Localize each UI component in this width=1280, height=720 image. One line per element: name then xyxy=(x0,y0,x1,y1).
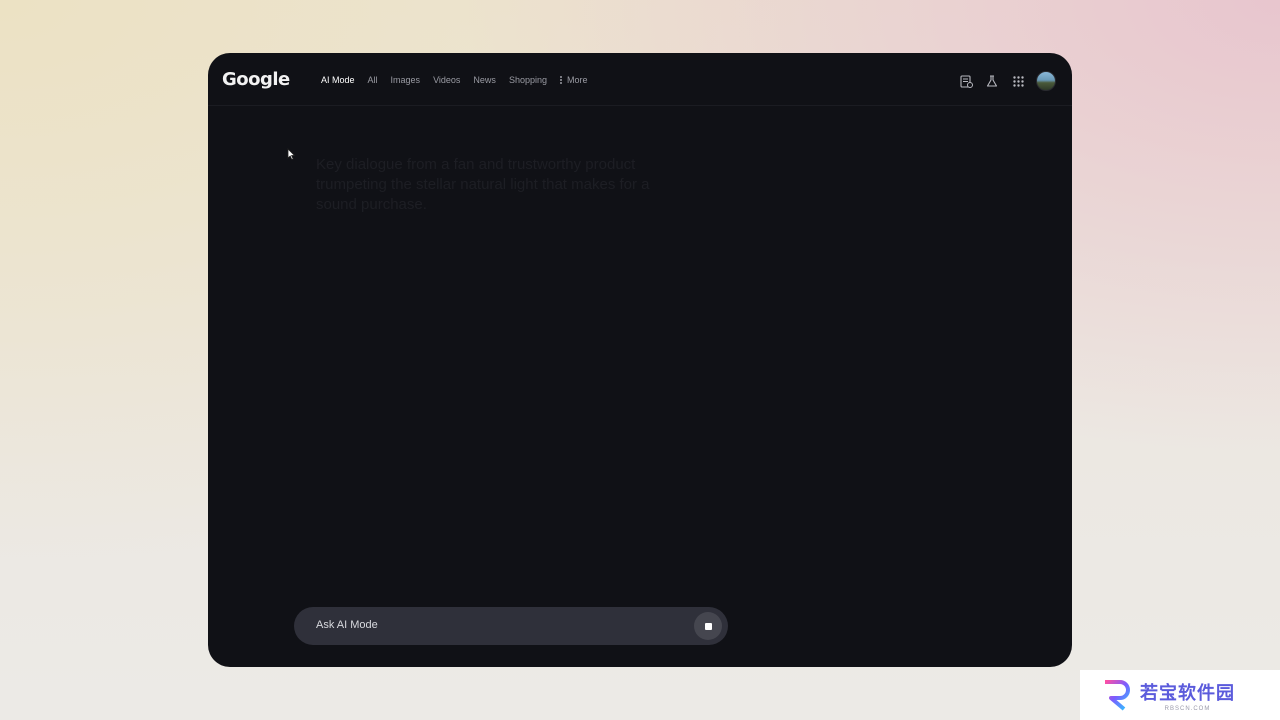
history-icon[interactable] xyxy=(958,73,974,89)
google-logo[interactable]: Google xyxy=(222,69,290,90)
header-actions xyxy=(948,71,1056,91)
watermark-subtitle: RBSCN.COM xyxy=(1164,705,1211,712)
search-tabs: AI Mode All Images Videos News Shopping … xyxy=(321,75,601,85)
top-bar: Google AI Mode All Images Videos News Sh… xyxy=(208,53,1072,106)
tab-ai-mode[interactable]: AI Mode xyxy=(321,75,355,85)
tab-shopping[interactable]: Shopping xyxy=(509,75,547,85)
more-menu[interactable]: More xyxy=(559,75,588,85)
more-label: More xyxy=(566,75,588,85)
input-placeholder: Ask AI Mode xyxy=(316,619,378,631)
more-vertical-icon xyxy=(559,75,562,85)
profile-avatar[interactable] xyxy=(1036,71,1056,91)
tab-videos[interactable]: Videos xyxy=(433,75,460,85)
response-text: Key dialogue from a fan and trustworthy … xyxy=(316,156,650,213)
tab-all[interactable]: All xyxy=(368,75,378,85)
watermark-logo-icon xyxy=(1103,680,1130,711)
apps-grid-icon[interactable] xyxy=(1010,73,1026,89)
tab-images[interactable]: Images xyxy=(391,75,421,85)
stop-icon xyxy=(704,622,712,630)
watermark-title: 若宝软件园 xyxy=(1140,682,1235,704)
tab-news[interactable]: News xyxy=(473,75,496,85)
browser-window: Google AI Mode All Images Videos News Sh… xyxy=(208,53,1072,667)
mouse-cursor-icon xyxy=(287,148,296,161)
watermark: 若宝软件园 RBSCN.COM xyxy=(1080,670,1280,720)
ask-ai-mode-input[interactable]: Ask AI Mode xyxy=(294,607,728,645)
labs-flask-icon[interactable] xyxy=(984,73,1000,89)
stop-button[interactable] xyxy=(694,612,722,640)
